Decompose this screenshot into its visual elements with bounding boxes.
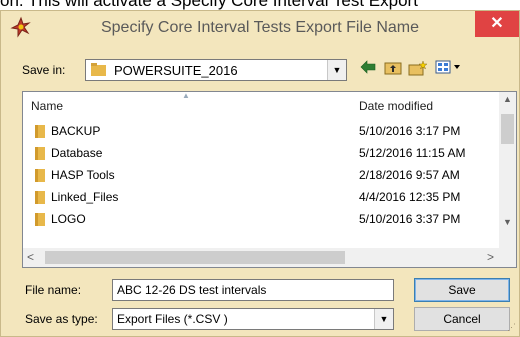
folder-icon xyxy=(91,63,106,76)
file-list[interactable]: ▲ Name Date modified BACKUP 5/10/2016 3:… xyxy=(22,91,517,268)
item-name: Linked_Files xyxy=(51,190,119,204)
file-name-input[interactable]: ABC 12-26 DS test intervals xyxy=(112,279,394,301)
item-date: 5/10/2016 3:37 PM xyxy=(359,212,461,226)
background-text: on. This will activate a Specify Core In… xyxy=(0,0,418,10)
item-name: HASP Tools xyxy=(51,168,115,182)
save-as-type-dropdown[interactable]: Export Files (*.CSV ) ▼ xyxy=(112,308,394,330)
back-button[interactable] xyxy=(357,60,379,80)
folder-icon xyxy=(35,169,45,182)
horizontal-scroll-thumb[interactable] xyxy=(45,251,345,264)
up-folder-icon xyxy=(384,62,402,75)
dialog-title: Specify Core Interval Tests Export File … xyxy=(100,19,420,36)
view-menu-button[interactable] xyxy=(434,60,464,80)
scroll-up-icon[interactable]: ▲ xyxy=(499,94,516,104)
horizontal-scrollbar[interactable]: < > xyxy=(23,248,516,267)
item-date: 5/12/2016 11:15 AM xyxy=(359,146,466,160)
back-arrow-icon xyxy=(360,60,376,74)
item-date: 5/10/2016 3:17 PM xyxy=(359,124,461,138)
new-folder-icon xyxy=(408,60,428,76)
vertical-scrollbar[interactable]: ▲ ▼ xyxy=(499,92,516,248)
list-item[interactable]: HASP Tools 2/18/2016 9:57 AM xyxy=(23,165,499,186)
title-bar[interactable]: Specify Core Interval Tests Export File … xyxy=(1,11,519,47)
folder-icon xyxy=(35,125,45,138)
sort-ascending-icon: ▲ xyxy=(182,91,190,100)
scroll-right-icon[interactable]: > xyxy=(487,250,494,264)
close-button[interactable]: ✕ xyxy=(475,11,519,37)
save-file-dialog: Specify Core Interval Tests Export File … xyxy=(0,10,520,337)
item-name: LOGO xyxy=(51,212,86,226)
scroll-left-icon[interactable]: < xyxy=(27,250,34,264)
column-header-date-modified[interactable]: Date modified xyxy=(359,99,433,113)
item-name: BACKUP xyxy=(51,124,101,138)
column-header-name[interactable]: Name xyxy=(31,99,63,113)
chevron-down-icon[interactable]: ▼ xyxy=(374,309,393,329)
resize-grip-icon[interactable]: ⋰ xyxy=(507,322,516,333)
file-name-value: ABC 12-26 DS test intervals xyxy=(117,283,267,297)
item-date: 4/4/2016 12:35 PM xyxy=(359,190,461,204)
save-in-dropdown[interactable]: POWERSUITE_2016 ▼ xyxy=(85,59,347,81)
list-item[interactable]: Database 5/12/2016 11:15 AM xyxy=(23,143,499,164)
scroll-down-icon[interactable]: ▼ xyxy=(499,217,516,227)
chevron-down-icon[interactable]: ▼ xyxy=(327,60,346,80)
list-item[interactable]: BACKUP 5/10/2016 3:17 PM xyxy=(23,121,499,142)
file-name-label: File name: xyxy=(25,283,82,297)
list-item[interactable]: Linked_Files 4/4/2016 12:35 PM xyxy=(23,187,499,208)
view-menu-icon xyxy=(435,60,460,74)
save-button[interactable]: Save xyxy=(414,278,510,302)
item-name: Database xyxy=(51,146,103,160)
save-in-value: POWERSUITE_2016 xyxy=(114,63,238,78)
save-as-type-value: Export Files (*.CSV ) xyxy=(117,312,228,326)
item-date: 2/18/2016 9:57 AM xyxy=(359,168,460,182)
folder-icon xyxy=(35,191,45,204)
save-in-label: Save in: xyxy=(22,63,66,77)
background-document-text: on. This will activate a Specify Core In… xyxy=(0,0,520,10)
save-as-type-label: Save as type: xyxy=(25,312,98,326)
up-folder-button[interactable] xyxy=(382,60,404,80)
vertical-scroll-thumb[interactable] xyxy=(501,114,514,144)
folder-icon xyxy=(35,213,45,226)
new-folder-button[interactable] xyxy=(407,60,429,80)
cancel-button[interactable]: Cancel xyxy=(414,307,510,331)
list-item[interactable]: LOGO 5/10/2016 3:37 PM xyxy=(23,209,499,230)
folder-icon xyxy=(35,147,45,160)
